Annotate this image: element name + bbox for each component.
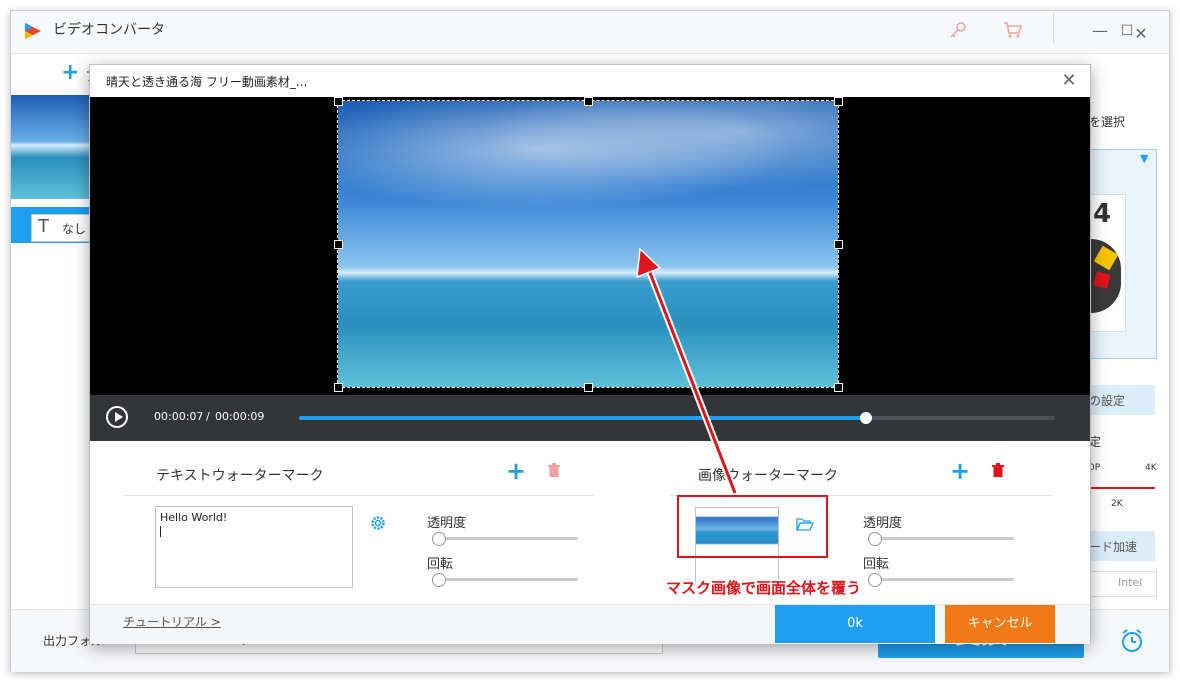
film-reel-icon xyxy=(1091,239,1121,313)
titlebar: ビデオコンバータ — ☐ ✕ xyxy=(11,11,1169,53)
hw-accel-button[interactable]: ード加速 xyxy=(1089,531,1155,561)
image-rotation-slider[interactable] xyxy=(868,573,1014,587)
output-format-panel: を選択 ▼ 4 の設定 定 0P 4K 2K ード加速 Intel xyxy=(1089,95,1169,609)
close-button[interactable]: ✕ xyxy=(1126,22,1156,46)
format-select-label: を選択 xyxy=(1089,115,1126,129)
alarm-clock-icon[interactable] xyxy=(1119,628,1145,654)
format-thumbnail: 4 xyxy=(1090,194,1126,332)
watermark-select[interactable]: T なし xyxy=(31,214,93,242)
time-total: 00:00:09 xyxy=(215,410,265,423)
watermark-none-label: なし xyxy=(62,222,87,236)
key-icon[interactable] xyxy=(949,21,967,39)
image-watermark-title: 画像ウォーターマーク xyxy=(698,468,838,484)
annotation-highlight-box xyxy=(677,495,828,558)
progress-thumb[interactable] xyxy=(860,412,872,424)
resize-handle-br[interactable] xyxy=(834,383,843,392)
image-opacity-slider[interactable] xyxy=(868,532,1014,546)
progress-fill xyxy=(299,416,866,420)
text-type-icon: T xyxy=(38,216,49,237)
format-number: 4 xyxy=(1093,199,1112,229)
video-frame[interactable] xyxy=(334,97,843,392)
file-item-selected[interactable]: T なし xyxy=(11,207,93,243)
watermark-dialog: 晴天と透き通る海 フリー動画素材_... ✕ 00:00:07 / 00:00:… xyxy=(89,64,1091,644)
text-opacity-slider[interactable] xyxy=(432,532,578,546)
ok-button[interactable]: 0k xyxy=(775,605,935,643)
resize-handle-bl[interactable] xyxy=(334,383,343,392)
time-separator: / xyxy=(206,410,210,423)
format-card[interactable]: ▼ 4 xyxy=(1089,149,1157,359)
gear-icon[interactable] xyxy=(370,515,386,531)
image-rotation-thumb[interactable] xyxy=(868,573,882,587)
quality-slider[interactable] xyxy=(1089,487,1155,489)
player-bar: 00:00:07 / 00:00:09 xyxy=(90,395,1090,441)
quality-tick-2k: 2K xyxy=(1111,499,1123,509)
text-opacity-label: 透明度 xyxy=(427,516,467,531)
delete-image-watermark-icon[interactable] xyxy=(992,463,1004,477)
file-list: T なし xyxy=(11,95,93,609)
time-current: 00:00:07 xyxy=(154,410,204,423)
settings-button[interactable]: の設定 xyxy=(1089,385,1155,415)
resize-handle-tr[interactable] xyxy=(834,97,843,106)
dialog-close-button[interactable]: ✕ xyxy=(1056,69,1082,93)
tutorial-link[interactable]: チュートリアル > xyxy=(123,613,221,630)
quality-tick-4k: 4K xyxy=(1145,463,1157,473)
resize-handle-l[interactable] xyxy=(334,240,343,249)
title-divider xyxy=(1053,13,1054,43)
resize-handle-b[interactable] xyxy=(584,383,593,392)
annotation-text: マスク画像で画面全体を覆う xyxy=(664,578,862,599)
video-preview xyxy=(90,97,1090,395)
app-logo-icon xyxy=(25,23,41,39)
image-rotation-label: 回転 xyxy=(863,557,890,572)
intel-badge[interactable]: Intel xyxy=(1089,571,1157,597)
cart-icon[interactable] xyxy=(1003,21,1023,39)
app-title: ビデオコンバータ xyxy=(53,22,165,38)
play-icon[interactable] xyxy=(106,406,128,428)
clouds xyxy=(338,101,838,221)
text-section-divider xyxy=(124,495,594,496)
settings-label: の設定 xyxy=(1089,394,1126,408)
text-watermark-title: テキストウォーターマーク xyxy=(156,468,324,484)
delete-text-watermark-icon[interactable] xyxy=(548,463,560,477)
text-cursor xyxy=(160,526,161,537)
file-thumbnail[interactable] xyxy=(11,95,91,199)
add-text-watermark-icon[interactable]: + xyxy=(506,459,526,483)
progress-track[interactable] xyxy=(299,412,1055,424)
resize-handle-r[interactable] xyxy=(834,240,843,249)
resize-handle-tl[interactable] xyxy=(334,97,343,106)
watermark-text-value: Hello World! xyxy=(160,511,228,524)
image-opacity-label: 透明度 xyxy=(863,516,903,531)
text-rotation-label: 回転 xyxy=(427,557,454,572)
text-rotation-slider[interactable] xyxy=(432,573,578,587)
add-file-icon[interactable]: + xyxy=(61,60,79,85)
cancel-button[interactable]: キャンセル xyxy=(945,605,1055,643)
add-image-watermark-icon[interactable]: + xyxy=(950,459,970,483)
text-rotation-thumb[interactable] xyxy=(432,573,446,587)
minimize-button[interactable]: — xyxy=(1085,19,1115,43)
dialog-title: 晴天と透き通る海 フリー動画素材_... xyxy=(106,75,308,89)
image-opacity-thumb[interactable] xyxy=(868,532,882,546)
resize-handle-t[interactable] xyxy=(584,97,593,106)
intel-label: Intel xyxy=(1118,576,1143,589)
dialog-footer: チュートリアル > 0k キャンセル xyxy=(90,604,1090,644)
text-opacity-thumb[interactable] xyxy=(432,532,446,546)
hw-accel-label: ード加速 xyxy=(1089,540,1138,554)
chevron-down-icon[interactable]: ▼ xyxy=(1140,152,1148,165)
watermark-text-input[interactable]: Hello World! xyxy=(155,506,353,588)
